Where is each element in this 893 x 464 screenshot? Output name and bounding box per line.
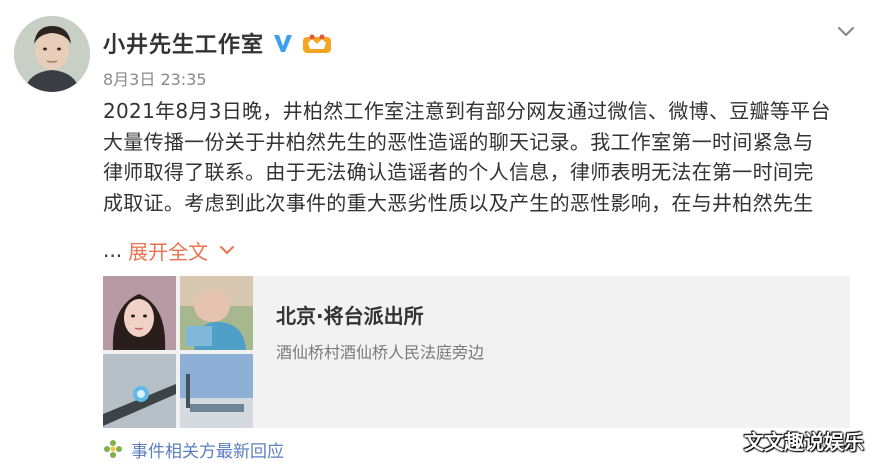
post-text: 2021年8月3日晚，井柏然工作室注意到有部分网友通过微信、微博、豆瓣等平台 大…	[103, 96, 863, 218]
related-response-link[interactable]: 事件相关方最新回应	[103, 436, 284, 462]
flower-icon	[104, 440, 122, 458]
location-card[interactable]: 北京·将台派出所 酒仙桥村酒仙桥人民法庭旁边	[103, 276, 850, 428]
thumbnail-image[interactable]	[103, 276, 176, 350]
thumbnail-grid	[103, 276, 253, 428]
chevron-down-icon[interactable]	[218, 241, 236, 259]
chevron-down-icon[interactable]	[834, 20, 858, 44]
thumbnail-image[interactable]	[103, 354, 176, 428]
expand-row: ... 展开全文	[103, 235, 236, 265]
avatar-photo	[14, 16, 90, 92]
ellipsis: ...	[103, 238, 123, 262]
verified-v-icon	[274, 35, 293, 52]
post-timestamp[interactable]: 8月3日 23:35	[103, 66, 207, 90]
post-text-line: 成取证。考虑到此次事件的重大恶劣性质以及产生的恶性影响，在与井柏然先生	[103, 190, 814, 215]
post-text-line: 2021年8月3日晚，井柏然工作室注意到有部分网友通过微信、微博、豆瓣等平台	[103, 99, 831, 123]
expand-full-text-link[interactable]: 展开全文	[128, 236, 208, 265]
thumbnail-image[interactable]	[180, 276, 253, 350]
watermark: 文文趣说娱乐	[744, 430, 864, 454]
post-text-line: 律师取得了联系。由于无法确认造谣者的个人信息，律师表明无法在第一时间完	[103, 160, 814, 184]
post-text-line: 大量传播一份关于井柏然先生的恶性造谣的聊天记录。我工作室第一时间紧急与	[103, 129, 814, 154]
thumbnail-image[interactable]	[180, 354, 253, 428]
place-address: 酒仙桥村酒仙桥人民法庭旁边	[276, 343, 485, 362]
member-crown-icon[interactable]	[302, 31, 332, 55]
avatar[interactable]	[14, 16, 90, 92]
related-response-label[interactable]: 事件相关方最新回应	[131, 437, 284, 462]
place-name: 北京·将台派出所	[276, 304, 424, 328]
author-name[interactable]: 小井先生工作室	[103, 27, 264, 59]
author-row: 小井先生工作室	[103, 28, 332, 58]
